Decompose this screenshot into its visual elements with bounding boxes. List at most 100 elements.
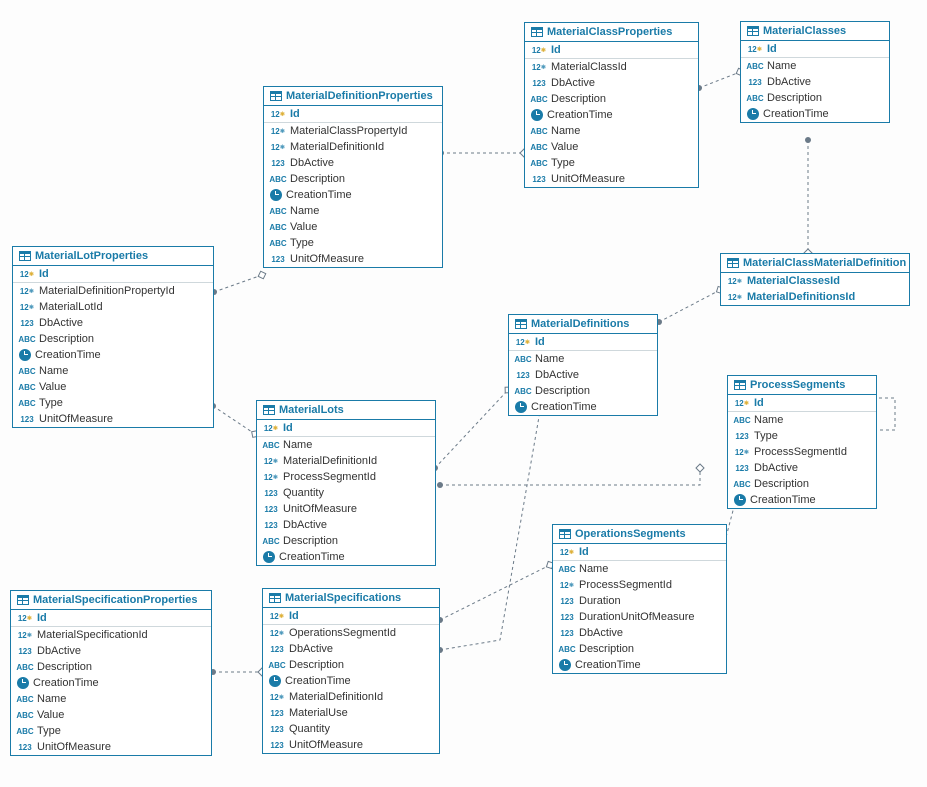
entity-materialdefinitionproperties[interactable]: MaterialDefinitionProperties IdMaterialC… bbox=[263, 86, 443, 268]
column-row[interactable]: MaterialDefinitionId bbox=[263, 689, 439, 705]
column-row[interactable]: ProcessSegmentId bbox=[553, 577, 726, 593]
column-row[interactable]: DurationUnitOfMeasure bbox=[553, 609, 726, 625]
column-row[interactable]: Description bbox=[509, 383, 657, 399]
column-row[interactable]: Type bbox=[13, 395, 213, 411]
column-row[interactable]: Duration bbox=[553, 593, 726, 609]
column-row[interactable]: OperationsSegmentId bbox=[263, 625, 439, 641]
column-row[interactable]: Type bbox=[525, 155, 698, 171]
column-row[interactable]: DbActive bbox=[263, 641, 439, 657]
column-row[interactable]: MaterialDefinitionPropertyId bbox=[13, 283, 213, 299]
column-row[interactable]: DbActive bbox=[553, 625, 726, 641]
entity-materialdefinitions[interactable]: MaterialDefinitions IdNameDbActiveDescri… bbox=[508, 314, 658, 416]
column-row[interactable]: CreationTime bbox=[525, 107, 698, 123]
column-row[interactable]: Id bbox=[509, 334, 657, 351]
column-row[interactable]: Type bbox=[11, 723, 211, 739]
column-row[interactable]: DbActive bbox=[264, 155, 442, 171]
column-row[interactable]: MaterialDefinitionId bbox=[257, 453, 435, 469]
column-row[interactable]: Description bbox=[11, 659, 211, 675]
column-row[interactable]: Type bbox=[264, 235, 442, 251]
column-row[interactable]: UnitOfMeasure bbox=[525, 171, 698, 187]
column-row[interactable]: Id bbox=[728, 395, 876, 412]
column-row[interactable]: Id bbox=[13, 266, 213, 283]
entity-materialspecificationproperties[interactable]: MaterialSpecificationProperties IdMateri… bbox=[10, 590, 212, 756]
column-row[interactable]: Quantity bbox=[257, 485, 435, 501]
column-row[interactable]: DbActive bbox=[525, 75, 698, 91]
column-row[interactable]: Type bbox=[728, 428, 876, 444]
column-row[interactable]: UnitOfMeasure bbox=[263, 737, 439, 753]
column-row[interactable]: MaterialUse bbox=[263, 705, 439, 721]
number-type-icon bbox=[747, 76, 763, 88]
entity-materiallots[interactable]: MaterialLots IdNameMaterialDefinitionIdP… bbox=[256, 400, 436, 566]
column-row[interactable]: UnitOfMeasure bbox=[11, 739, 211, 755]
column-row[interactable]: Id bbox=[257, 420, 435, 437]
entity-materiallotproperties[interactable]: MaterialLotProperties IdMaterialDefiniti… bbox=[12, 246, 214, 428]
column-row[interactable]: DbActive bbox=[741, 74, 889, 90]
column-row[interactable]: Description bbox=[263, 657, 439, 673]
column-row[interactable]: Name bbox=[264, 203, 442, 219]
column-row[interactable]: CreationTime bbox=[264, 187, 442, 203]
column-row[interactable]: Description bbox=[264, 171, 442, 187]
column-row[interactable]: DbActive bbox=[11, 643, 211, 659]
column-row[interactable]: Description bbox=[553, 641, 726, 657]
column-row[interactable]: UnitOfMeasure bbox=[257, 501, 435, 517]
column-row[interactable]: Id bbox=[264, 106, 442, 123]
column-row[interactable]: MaterialLotId bbox=[13, 299, 213, 315]
column-label: Quantity bbox=[283, 487, 324, 499]
column-row[interactable]: ProcessSegmentId bbox=[728, 444, 876, 460]
table-icon bbox=[559, 529, 571, 539]
entity-columns: IdNameProcessSegmentIdDurationDurationUn… bbox=[553, 544, 726, 673]
column-row[interactable]: UnitOfMeasure bbox=[264, 251, 442, 267]
column-row[interactable]: ProcessSegmentId bbox=[257, 469, 435, 485]
column-row[interactable]: Description bbox=[728, 476, 876, 492]
column-row[interactable]: MaterialDefinitionId bbox=[264, 139, 442, 155]
entity-processsegments[interactable]: ProcessSegments IdNameTypeProcessSegment… bbox=[727, 375, 877, 509]
column-row[interactable]: Description bbox=[525, 91, 698, 107]
entity-materialspecifications[interactable]: MaterialSpecifications IdOperationsSegme… bbox=[262, 588, 440, 754]
column-row[interactable]: Value bbox=[264, 219, 442, 235]
foreign-key-icon bbox=[17, 629, 33, 641]
column-row[interactable]: Quantity bbox=[263, 721, 439, 737]
column-row[interactable]: Description bbox=[741, 90, 889, 106]
column-row[interactable]: CreationTime bbox=[741, 106, 889, 122]
column-row[interactable]: CreationTime bbox=[728, 492, 876, 508]
column-row[interactable]: MaterialSpecificationId bbox=[11, 627, 211, 643]
column-row[interactable]: MaterialClassesId bbox=[721, 273, 909, 289]
column-row[interactable]: Description bbox=[13, 331, 213, 347]
column-row[interactable]: Name bbox=[728, 412, 876, 428]
column-row[interactable]: Name bbox=[525, 123, 698, 139]
column-row[interactable]: Value bbox=[525, 139, 698, 155]
column-row[interactable]: UnitOfMeasure bbox=[13, 411, 213, 427]
column-row[interactable]: DbActive bbox=[257, 517, 435, 533]
column-row[interactable]: Name bbox=[509, 351, 657, 367]
column-row[interactable]: Id bbox=[553, 544, 726, 561]
column-row[interactable]: Value bbox=[13, 379, 213, 395]
column-row[interactable]: MaterialDefinitionsId bbox=[721, 289, 909, 305]
clock-icon bbox=[270, 189, 282, 201]
column-row[interactable]: Name bbox=[13, 363, 213, 379]
column-row[interactable]: Name bbox=[741, 58, 889, 74]
column-row[interactable]: MaterialClassId bbox=[525, 59, 698, 75]
column-row[interactable]: DbActive bbox=[13, 315, 213, 331]
entity-materialclassproperties[interactable]: MaterialClassProperties IdMaterialClassI… bbox=[524, 22, 699, 188]
column-row[interactable]: CreationTime bbox=[263, 673, 439, 689]
column-row[interactable]: CreationTime bbox=[13, 347, 213, 363]
column-row[interactable]: CreationTime bbox=[11, 675, 211, 691]
column-row[interactable]: Description bbox=[257, 533, 435, 549]
entity-materialclassmaterialdefinition[interactable]: MaterialClassMaterialDefinition Material… bbox=[720, 253, 910, 306]
column-row[interactable]: Id bbox=[741, 41, 889, 58]
column-row[interactable]: Id bbox=[263, 608, 439, 625]
column-row[interactable]: MaterialClassPropertyId bbox=[264, 123, 442, 139]
column-row[interactable]: CreationTime bbox=[553, 657, 726, 673]
column-row[interactable]: Id bbox=[525, 42, 698, 59]
column-row[interactable]: Name bbox=[257, 437, 435, 453]
entity-operationssegments[interactable]: OperationsSegments IdNameProcessSegmentI… bbox=[552, 524, 727, 674]
column-row[interactable]: CreationTime bbox=[257, 549, 435, 565]
column-row[interactable]: CreationTime bbox=[509, 399, 657, 415]
column-row[interactable]: Name bbox=[11, 691, 211, 707]
column-row[interactable]: DbActive bbox=[509, 367, 657, 383]
column-row[interactable]: Value bbox=[11, 707, 211, 723]
column-row[interactable]: Id bbox=[11, 610, 211, 627]
column-row[interactable]: Name bbox=[553, 561, 726, 577]
entity-materialclasses[interactable]: MaterialClasses IdNameDbActiveDescriptio… bbox=[740, 21, 890, 123]
column-row[interactable]: DbActive bbox=[728, 460, 876, 476]
